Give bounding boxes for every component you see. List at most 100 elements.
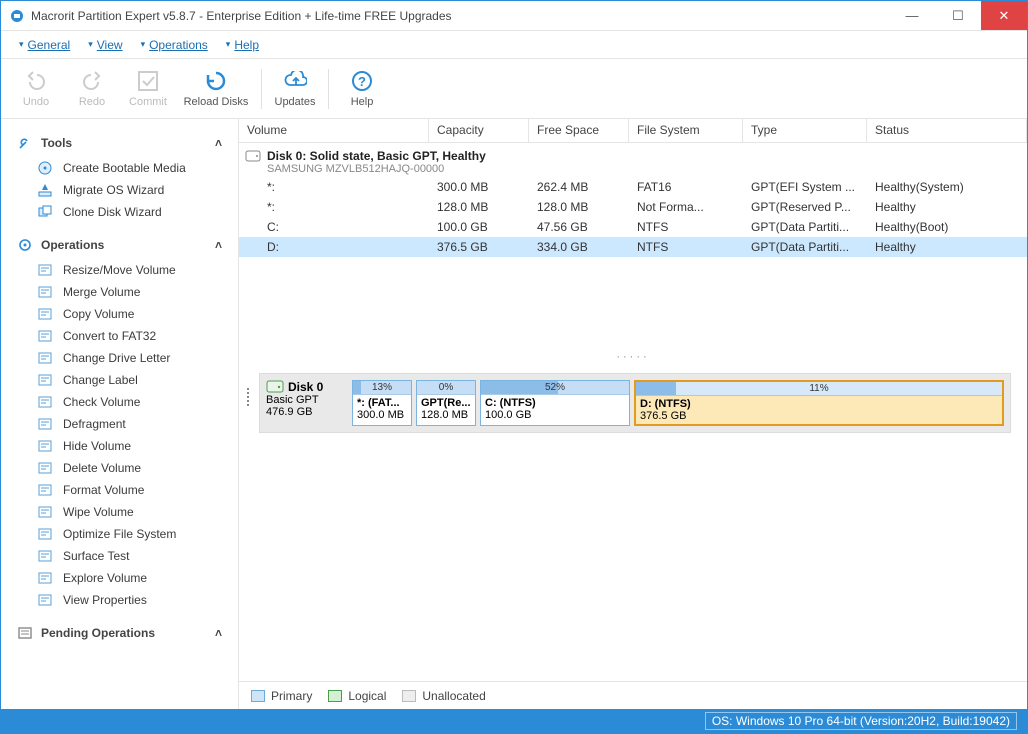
partition-block[interactable]: 13%*: (FAT...300.0 MB [352, 380, 412, 426]
maximize-button[interactable]: ☐ [935, 1, 981, 30]
map-grip[interactable] [247, 373, 253, 421]
table-row[interactable]: *:128.0 MB128.0 MBNot Forma...GPT(Reserv… [239, 197, 1027, 217]
sidebar-item-label: Change Drive Letter [63, 351, 170, 365]
commit-button[interactable]: Commit [121, 63, 175, 115]
item-icon [37, 350, 53, 366]
sidebar-item[interactable]: Defragment [23, 413, 226, 435]
sidebar-item[interactable]: Resize/Move Volume [23, 259, 226, 281]
operations-icon [17, 237, 33, 253]
sidebar-item[interactable]: Hide Volume [23, 435, 226, 457]
sidebar-item[interactable]: Format Volume [23, 479, 226, 501]
col-capacity[interactable]: Capacity [429, 119, 529, 142]
undo-icon [24, 69, 48, 93]
tools-icon [17, 135, 33, 151]
sidebar-item-label: Create Bootable Media [63, 161, 186, 175]
sidebar-item-label: Defragment [63, 417, 126, 431]
legend-unallocated: Unallocated [402, 689, 485, 703]
item-icon [37, 394, 53, 410]
col-volume[interactable]: Volume [239, 119, 429, 142]
disk-scheme: Basic GPT [266, 394, 319, 406]
sidebar-item-label: Resize/Move Volume [63, 263, 176, 277]
section-head-operations[interactable]: Operations ˄ [13, 231, 226, 259]
section-head-pending[interactable]: Pending Operations ˄ [13, 619, 226, 647]
updates-button[interactable]: Updates [268, 63, 322, 115]
sidebar-item[interactable]: Change Drive Letter [23, 347, 226, 369]
col-file-system[interactable]: File System [629, 119, 743, 142]
sidebar-item-label: Optimize File System [63, 527, 176, 541]
sidebar-item[interactable]: Clone Disk Wizard [23, 201, 226, 223]
col-type[interactable]: Type [743, 119, 867, 142]
redo-button[interactable]: Redo [65, 63, 119, 115]
menu-bar: ▾General ▾View ▾Operations ▾Help [1, 31, 1027, 59]
undo-button[interactable]: Undo [9, 63, 63, 115]
disk-header[interactable]: Disk 0: Solid state, Basic GPT, Healthy … [239, 143, 1027, 177]
legend-logical: Logical [328, 689, 386, 703]
os-info: OS: Windows 10 Pro 64-bit (Version:20H2,… [705, 712, 1017, 730]
sidebar-item-label: Merge Volume [63, 285, 140, 299]
legend-primary: Primary [251, 689, 312, 703]
partition-block[interactable]: 52%C: (NTFS)100.0 GB [480, 380, 630, 426]
title-bar: Macrorit Partition Expert v5.8.7 - Enter… [1, 1, 1027, 31]
menu-help[interactable]: ▾Help [218, 36, 267, 54]
app-icon [9, 8, 25, 24]
menu-view[interactable]: ▾View [80, 36, 130, 54]
table-header: Volume Capacity Free Space File System T… [239, 119, 1027, 143]
sidebar-item[interactable]: Create Bootable Media [23, 157, 226, 179]
sidebar-item[interactable]: Change Label [23, 369, 226, 391]
item-icon [37, 328, 53, 344]
table-body: Disk 0: Solid state, Basic GPT, Healthy … [239, 143, 1027, 349]
chevron-down-icon: ▾ [88, 39, 93, 50]
item-icon [37, 548, 53, 564]
item-icon [37, 372, 53, 388]
partition-block[interactable]: 11%D: (NTFS)376.5 GB [634, 380, 1004, 426]
menu-operations[interactable]: ▾Operations [133, 36, 216, 54]
chevron-down-icon: ▾ [226, 39, 231, 50]
sidebar-item-label: Wipe Volume [63, 505, 134, 519]
disk-map: Disk 0 Basic GPT 476.9 GB 13%*: (FAT...3… [259, 373, 1011, 433]
sidebar-item[interactable]: View Properties [23, 589, 226, 611]
sidebar-item-label: Format Volume [63, 483, 144, 497]
col-status[interactable]: Status [867, 119, 1027, 142]
cloud-upload-icon [283, 69, 307, 93]
reload-disks-button[interactable]: Reload Disks [177, 63, 255, 115]
sidebar-item[interactable]: Copy Volume [23, 303, 226, 325]
help-button[interactable]: ? Help [335, 63, 389, 115]
chevron-down-icon: ▾ [19, 39, 24, 50]
toolbar: Undo Redo Commit Reload Disks Updates ? … [1, 59, 1027, 119]
table-row[interactable]: C:100.0 GB47.56 GBNTFSGPT(Data Partiti..… [239, 217, 1027, 237]
sidebar: Tools ˄ Create Bootable Media Migrate OS … [1, 119, 239, 709]
table-row[interactable]: D:376.5 GB334.0 GBNTFSGPT(Data Partiti..… [239, 237, 1027, 257]
menu-general[interactable]: ▾General [11, 36, 78, 54]
help-icon: ? [350, 69, 374, 93]
sidebar-item[interactable]: Migrate OS Wizard [23, 179, 226, 201]
disk-map-info[interactable]: Disk 0 Basic GPT 476.9 GB [266, 380, 346, 426]
status-bar: OS: Windows 10 Pro 64-bit (Version:20H2,… [1, 709, 1027, 733]
sidebar-item[interactable]: Convert to FAT32 [23, 325, 226, 347]
splitter[interactable]: ····· [239, 349, 1027, 365]
partition-block[interactable]: 0%GPT(Re...128.0 MB [416, 380, 476, 426]
section-head-tools[interactable]: Tools ˄ [13, 129, 226, 157]
disk-icon [245, 150, 261, 162]
sidebar-item-label: Hide Volume [63, 439, 131, 453]
col-free-space[interactable]: Free Space [529, 119, 629, 142]
sidebar-item-label: Clone Disk Wizard [63, 205, 162, 219]
disk-size: 476.9 GB [266, 406, 312, 418]
commit-icon [136, 69, 160, 93]
sidebar-item[interactable]: Surface Test [23, 545, 226, 567]
close-button[interactable]: ✕ [981, 1, 1027, 30]
item-icon [37, 592, 53, 608]
sidebar-item-label: Check Volume [63, 395, 140, 409]
table-row[interactable]: *:300.0 MB262.4 MBFAT16GPT(EFI System ..… [239, 177, 1027, 197]
sidebar-item[interactable]: Explore Volume [23, 567, 226, 589]
item-icon [37, 460, 53, 476]
sidebar-item[interactable]: Check Volume [23, 391, 226, 413]
sidebar-item[interactable]: Wipe Volume [23, 501, 226, 523]
sidebar-item-label: Delete Volume [63, 461, 141, 475]
minimize-button[interactable]: — [889, 1, 935, 30]
sidebar-item-label: Change Label [63, 373, 138, 387]
sidebar-item[interactable]: Optimize File System [23, 523, 226, 545]
item-icon [37, 160, 53, 176]
sidebar-item[interactable]: Merge Volume [23, 281, 226, 303]
item-icon [37, 204, 53, 220]
sidebar-item[interactable]: Delete Volume [23, 457, 226, 479]
